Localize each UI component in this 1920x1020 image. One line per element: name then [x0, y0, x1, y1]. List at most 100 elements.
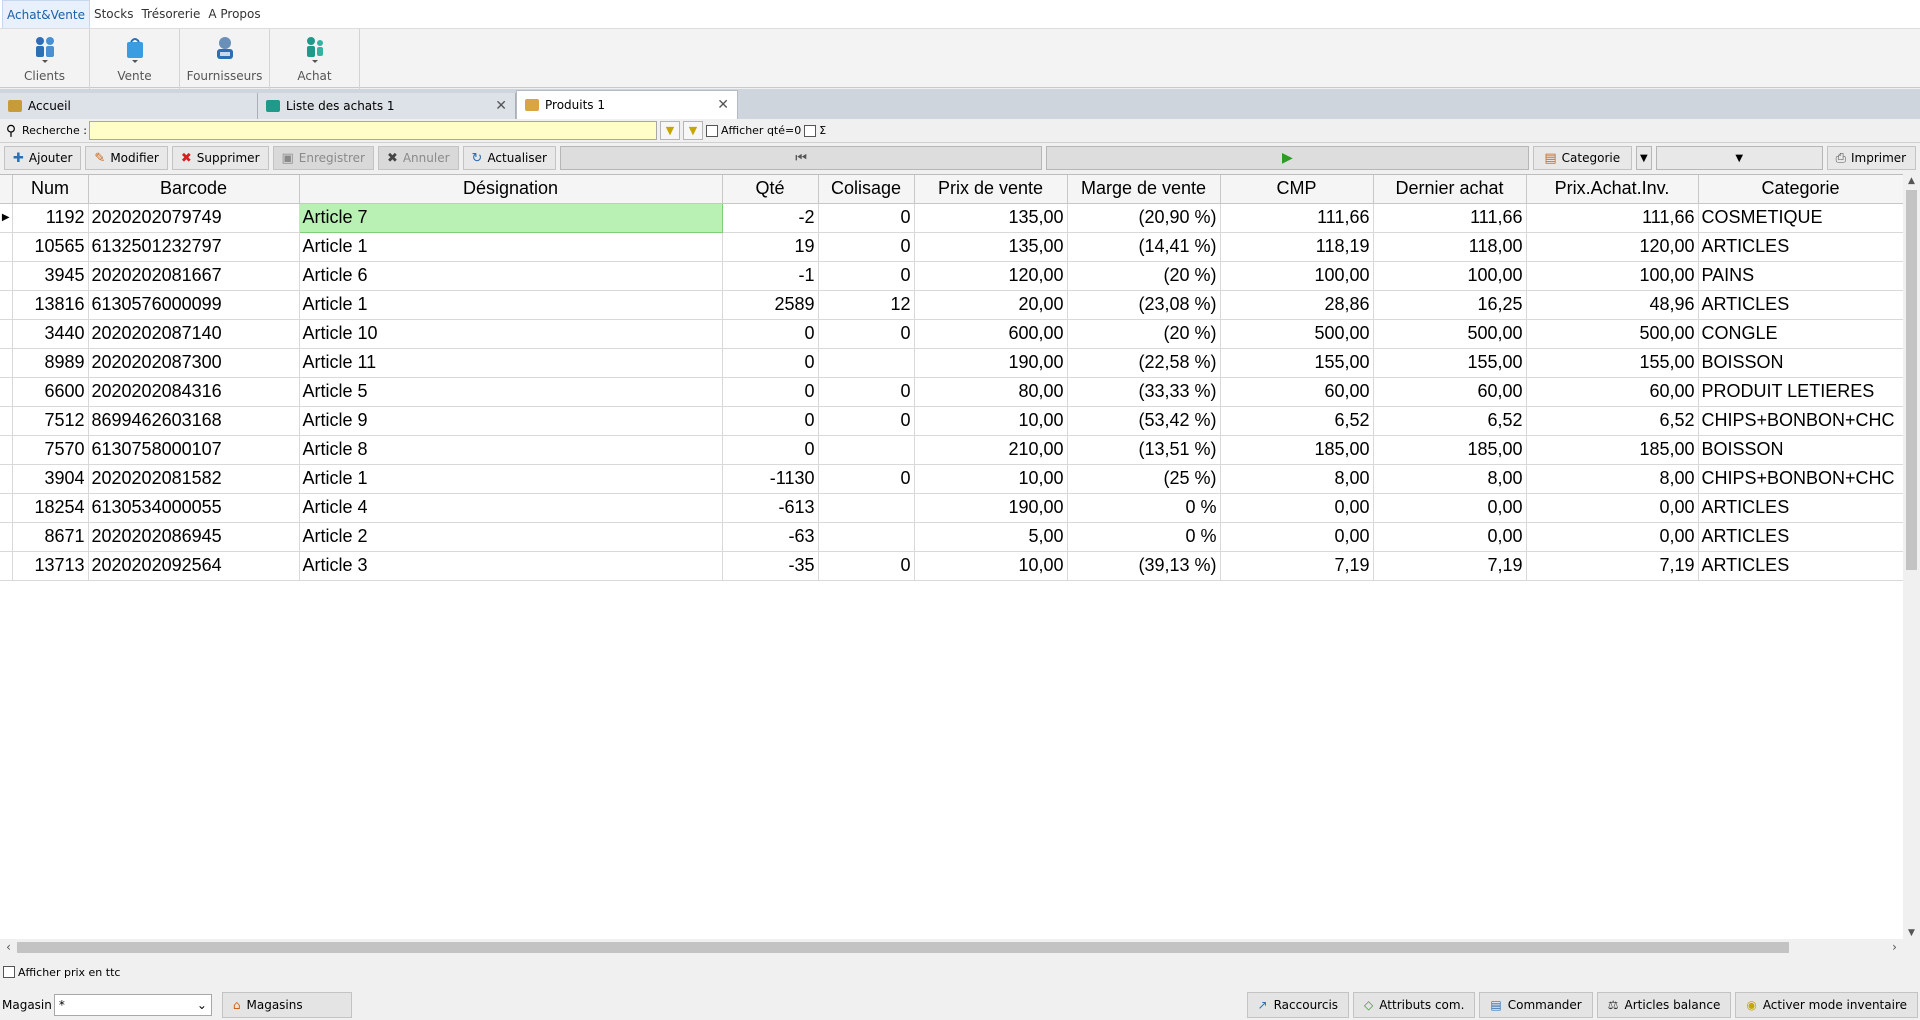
row-indicator[interactable]: [0, 232, 13, 262]
row-indicator[interactable]: [0, 319, 13, 349]
cell-cmp[interactable]: 111,66: [1220, 203, 1374, 233]
cell-categorie[interactable]: CHIPS+BONBON+CHC: [1698, 406, 1904, 436]
scroll-up-icon[interactable]: ▲: [1903, 176, 1920, 186]
delete-button[interactable]: ✖ Supprimer: [171, 146, 269, 170]
cell-qt-[interactable]: -1: [722, 261, 819, 291]
cell-barcode[interactable]: 6130534000055: [88, 493, 300, 523]
cell-d-signation[interactable]: Article 2: [299, 522, 723, 552]
magasin-select[interactable]: * ⌄: [53, 994, 212, 1016]
filter-icon[interactable]: ▼: [659, 121, 680, 140]
row-indicator[interactable]: [0, 522, 13, 552]
cell-colisage[interactable]: [818, 493, 915, 523]
cell-prix-achat-inv-[interactable]: 185,00: [1526, 435, 1699, 465]
horizontal-scrollbar[interactable]: ‹ ›: [0, 939, 1903, 956]
cell-cmp[interactable]: 0,00: [1220, 522, 1374, 552]
cell-d-signation[interactable]: Article 9: [299, 406, 723, 436]
cell-num[interactable]: 8671: [12, 522, 89, 552]
cell-qt-[interactable]: 2589: [722, 290, 819, 320]
cell-qt-[interactable]: 0: [722, 435, 819, 465]
row-indicator[interactable]: ▶: [0, 203, 13, 233]
clear-filter-icon[interactable]: ▼: [682, 121, 703, 140]
table-row[interactable]: 7570 6130758000107 Article 8 0 210,00 (13,51 …: [0, 435, 1904, 465]
cell-prix-achat-inv-[interactable]: 8,00: [1526, 464, 1699, 494]
cell-barcode[interactable]: 2020202087300: [88, 348, 300, 378]
row-indicator[interactable]: [0, 464, 13, 494]
row-indicator[interactable]: [0, 348, 13, 378]
cell-barcode[interactable]: 2020202084316: [88, 377, 300, 407]
cell-dernier-achat[interactable]: 0,00: [1373, 493, 1527, 523]
cell-d-signation[interactable]: Article 3: [299, 551, 723, 581]
table-row[interactable]: 8989 2020202087300 Article 11 0 190,00 (22,58…: [0, 348, 1904, 378]
cell-num[interactable]: 7570: [12, 435, 89, 465]
table-row[interactable]: 18254 6130534000055 Article 4 -613 190,00 0 %…: [0, 493, 1904, 523]
cell-categorie[interactable]: ARTICLES: [1698, 290, 1904, 320]
add-button[interactable]: ✚ Ajouter: [4, 146, 82, 170]
column-header[interactable]: Colisage: [818, 175, 915, 204]
close-icon[interactable]: ✕: [495, 98, 507, 114]
cell-marge-de-vente[interactable]: (33,33 %): [1067, 377, 1221, 407]
table-row[interactable]: 10565 6132501232797 Article 1 19 0 135,00 (14,…: [0, 232, 1904, 262]
cell-barcode[interactable]: 8699462603168: [88, 406, 300, 436]
column-header[interactable]: Qté: [722, 175, 819, 204]
column-header[interactable]: Categorie: [1698, 175, 1904, 204]
cell-marge-de-vente[interactable]: (13,51 %): [1067, 435, 1221, 465]
cell-prix-de-vente[interactable]: 120,00: [914, 261, 1068, 291]
cell-colisage[interactable]: 0: [818, 261, 915, 291]
cell-cmp[interactable]: 118,19: [1220, 232, 1374, 262]
cell-prix-de-vente[interactable]: 190,00: [914, 348, 1068, 378]
cell-colisage[interactable]: 0: [818, 232, 915, 262]
column-header[interactable]: Prix de vente: [914, 175, 1068, 204]
cell-qt-[interactable]: -63: [722, 522, 819, 552]
cell-dernier-achat[interactable]: 118,00: [1373, 232, 1527, 262]
cell-qt-[interactable]: 19: [722, 232, 819, 262]
cell-marge-de-vente[interactable]: (23,08 %): [1067, 290, 1221, 320]
cell-marge-de-vente[interactable]: (22,58 %): [1067, 348, 1221, 378]
cell-num[interactable]: 10565: [12, 232, 89, 262]
cell-prix-de-vente[interactable]: 80,00: [914, 377, 1068, 407]
cell-barcode[interactable]: 6130758000107: [88, 435, 300, 465]
scroll-down-icon[interactable]: ▼: [1903, 928, 1920, 938]
cell-prix-de-vente[interactable]: 10,00: [914, 464, 1068, 494]
cell-qt-[interactable]: 0: [722, 319, 819, 349]
cell-categorie[interactable]: ARTICLES: [1698, 232, 1904, 262]
cell-categorie[interactable]: PAINS: [1698, 261, 1904, 291]
cell-prix-achat-inv-[interactable]: 155,00: [1526, 348, 1699, 378]
cell-qt-[interactable]: 0: [722, 406, 819, 436]
cell-colisage[interactable]: [818, 435, 915, 465]
cell-dernier-achat[interactable]: 60,00: [1373, 377, 1527, 407]
cell-cmp[interactable]: 500,00: [1220, 319, 1374, 349]
column-header[interactable]: Marge de vente: [1067, 175, 1221, 204]
cell-categorie[interactable]: PRODUIT LETIERES: [1698, 377, 1904, 407]
clients-button[interactable]: Clients: [0, 29, 90, 89]
category-select[interactable]: ▼: [1655, 146, 1823, 170]
cell-marge-de-vente[interactable]: (53,42 %): [1067, 406, 1221, 436]
cell-categorie[interactable]: ARTICLES: [1698, 551, 1904, 581]
cell-prix-de-vente[interactable]: 10,00: [914, 551, 1068, 581]
table-row[interactable]: 3440 2020202087140 Article 10 0 0 600,00 (20 %…: [0, 319, 1904, 349]
table-row[interactable]: 7512 8699462603168 Article 9 0 0 10,00 (53,42 …: [0, 406, 1904, 436]
cell-cmp[interactable]: 100,00: [1220, 261, 1374, 291]
cell-dernier-achat[interactable]: 185,00: [1373, 435, 1527, 465]
sum-checkbox[interactable]: [804, 124, 817, 137]
print-button[interactable]: ⎙ Imprimer: [1826, 146, 1917, 170]
cell-prix-achat-inv-[interactable]: 111,66: [1526, 203, 1699, 233]
column-header[interactable]: Désignation: [299, 175, 723, 204]
cell-prix-achat-inv-[interactable]: 100,00: [1526, 261, 1699, 291]
cell-dernier-achat[interactable]: 111,66: [1373, 203, 1527, 233]
cell-dernier-achat[interactable]: 100,00: [1373, 261, 1527, 291]
cell-cmp[interactable]: 8,00: [1220, 464, 1374, 494]
cell-barcode[interactable]: 2020202081667: [88, 261, 300, 291]
cell-qt-[interactable]: -35: [722, 551, 819, 581]
cell-d-signation[interactable]: Article 8: [299, 435, 723, 465]
cell-prix-achat-inv-[interactable]: 0,00: [1526, 522, 1699, 552]
cell-barcode[interactable]: 2020202087140: [88, 319, 300, 349]
category-dropdown[interactable]: ▼: [1635, 146, 1652, 170]
cell-categorie[interactable]: BOISSON: [1698, 435, 1904, 465]
cell-d-signation[interactable]: Article 1: [299, 290, 723, 320]
cell-prix-de-vente[interactable]: 210,00: [914, 435, 1068, 465]
cell-qt-[interactable]: 0: [722, 348, 819, 378]
cell-d-signation[interactable]: Article 11: [299, 348, 723, 378]
cell-qt-[interactable]: 0: [722, 377, 819, 407]
cell-colisage[interactable]: 0: [818, 377, 915, 407]
tab-liste-achats[interactable]: Liste des achats 1 ✕: [258, 93, 516, 119]
